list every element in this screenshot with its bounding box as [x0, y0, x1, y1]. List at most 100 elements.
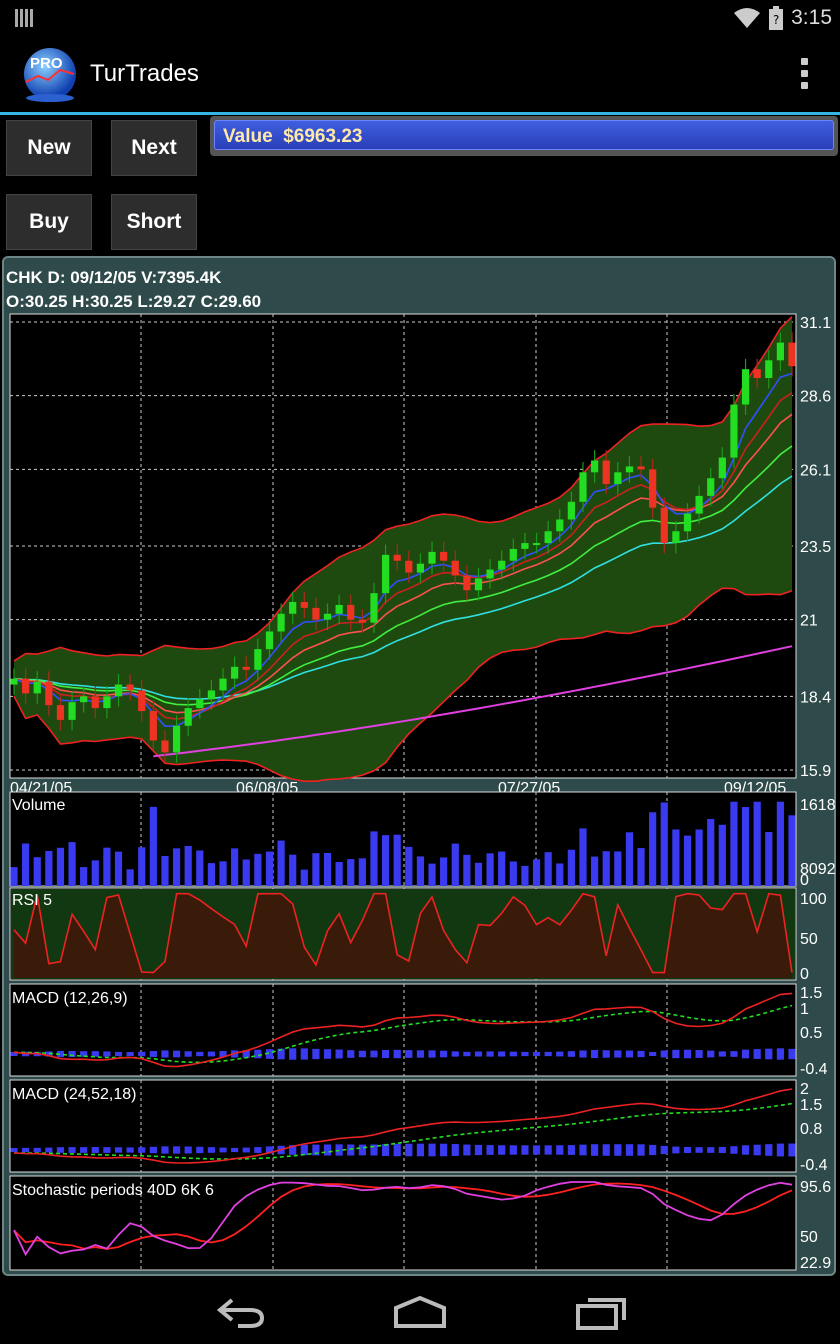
macd-histogram-bar: [788, 1048, 796, 1060]
candle: [10, 678, 18, 685]
volume-bar: [405, 846, 413, 886]
stochastic-pane: Stochastic periods 40D 6K 6 95.6 50 22.9: [9, 1175, 831, 1272]
macd-histogram-bar: [114, 1051, 123, 1057]
candle: [184, 708, 192, 726]
volume-bar: [33, 857, 41, 886]
candle: [393, 554, 401, 561]
stochastic-y-tick: 50: [800, 1229, 818, 1246]
macd-histogram-bar: [114, 1147, 123, 1153]
candle: [207, 690, 216, 700]
candle: [474, 578, 483, 591]
nav-bar: [0, 1280, 840, 1344]
macd-histogram-bar: [718, 1051, 726, 1057]
volume-bar: [207, 863, 216, 886]
macd-y-tick: 2: [800, 1081, 809, 1098]
volume-bar: [254, 853, 262, 886]
macd-histogram-bar: [567, 1145, 575, 1155]
volume-bar: [114, 851, 123, 886]
macd-histogram-bar: [753, 1049, 761, 1059]
macd-histogram-bar: [602, 1144, 610, 1156]
macd-histogram-bar: [428, 1143, 436, 1157]
macd-histogram-bar: [730, 1146, 738, 1154]
volume-bar: [22, 843, 30, 886]
rsi-title: RSI 5: [12, 892, 52, 909]
candle: [672, 531, 680, 544]
volume-bar: [625, 832, 634, 886]
candle: [56, 705, 65, 720]
macd-histogram-bar: [718, 1146, 726, 1154]
macd-histogram-bar: [126, 1051, 134, 1057]
volume-bar: [428, 863, 436, 886]
macd-histogram-bar: [312, 1048, 320, 1060]
volume-bar: [289, 854, 297, 886]
price-pane: 31.128.626.123.52118.415.904/21/05 06/08/…: [9, 313, 831, 797]
macd-histogram-bar: [741, 1049, 750, 1059]
macd-12-26-9-pane: MACD (12,26,9) 1.51 0.5 -0.4: [9, 983, 828, 1078]
macd-histogram-bar: [103, 1147, 111, 1153]
volume-bar: [486, 853, 494, 886]
rsi-y-tick: 100: [800, 891, 827, 908]
macd-histogram-bar: [544, 1051, 552, 1057]
back-icon[interactable]: [212, 1292, 272, 1332]
candle: [358, 619, 366, 623]
candle: [219, 678, 227, 691]
volume-bar: [91, 860, 99, 886]
volume-bar: [765, 831, 773, 886]
macd-histogram-bar: [358, 1050, 366, 1058]
recent-apps-icon[interactable]: [572, 1292, 632, 1332]
volume-title: Volume: [12, 797, 65, 814]
macd-histogram-bar: [405, 1050, 413, 1058]
candle: [788, 342, 796, 367]
stock-chart[interactable]: 31.128.626.123.52118.415.904/21/05 06/08/…: [0, 0, 840, 1280]
macd-title: MACD (12,26,9): [12, 990, 128, 1007]
volume-pane: Volume 161880920: [9, 791, 836, 889]
macd-histogram-bar: [579, 1144, 587, 1156]
volume-bar: [649, 812, 657, 886]
macd-histogram-bar: [672, 1146, 680, 1154]
macd-histogram-bar: [567, 1051, 575, 1057]
candle: [45, 681, 53, 706]
macd1-pane-frame: [9, 983, 797, 1077]
macd-histogram-bar: [544, 1145, 552, 1155]
macd-histogram-bar: [347, 1144, 355, 1156]
macd-histogram-bar: [149, 1146, 157, 1154]
candle: [254, 649, 262, 670]
candle: [300, 602, 308, 608]
macd-histogram-bar: [161, 1146, 169, 1154]
candle: [416, 563, 425, 573]
candle: [312, 607, 320, 620]
volume-bar: [567, 849, 575, 886]
home-icon[interactable]: [390, 1292, 450, 1332]
macd-histogram-bar: [440, 1143, 448, 1157]
volume-bar: [10, 867, 18, 886]
macd-histogram-bar: [590, 1049, 599, 1059]
volume-bar: [730, 801, 738, 886]
macd-histogram-bar: [683, 1049, 692, 1059]
macd-histogram-bar: [498, 1145, 506, 1155]
candle: [683, 513, 692, 532]
macd-y-tick: 1.5: [800, 1097, 822, 1114]
macd-histogram-bar: [730, 1051, 738, 1057]
macd-histogram-bar: [323, 1144, 332, 1156]
volume-bar: [370, 831, 378, 886]
macd-histogram-bar: [765, 1144, 773, 1156]
macd-histogram-bar: [590, 1144, 599, 1156]
candle: [753, 369, 761, 378]
macd-histogram-bar: [149, 1051, 157, 1057]
macd-histogram-bar: [509, 1051, 517, 1057]
candle: [22, 678, 30, 694]
candle: [91, 696, 99, 709]
macd-histogram-bar: [765, 1048, 773, 1060]
macd-24-52-18-pane: MACD (24,52,18) 21.5 0.8 -0.4: [9, 1079, 828, 1174]
volume-bar: [544, 852, 552, 886]
candle: [660, 507, 668, 544]
macd-y-tick: -0.4: [800, 1157, 828, 1174]
macd-y-tick: -0.4: [800, 1061, 828, 1078]
candle: [486, 569, 494, 579]
volume-bar: [231, 848, 239, 886]
rsi-y-tick: 0: [800, 966, 809, 983]
candle: [370, 593, 378, 623]
macd-histogram-bar: [463, 1051, 471, 1057]
candle: [579, 472, 587, 502]
candle: [114, 684, 123, 697]
